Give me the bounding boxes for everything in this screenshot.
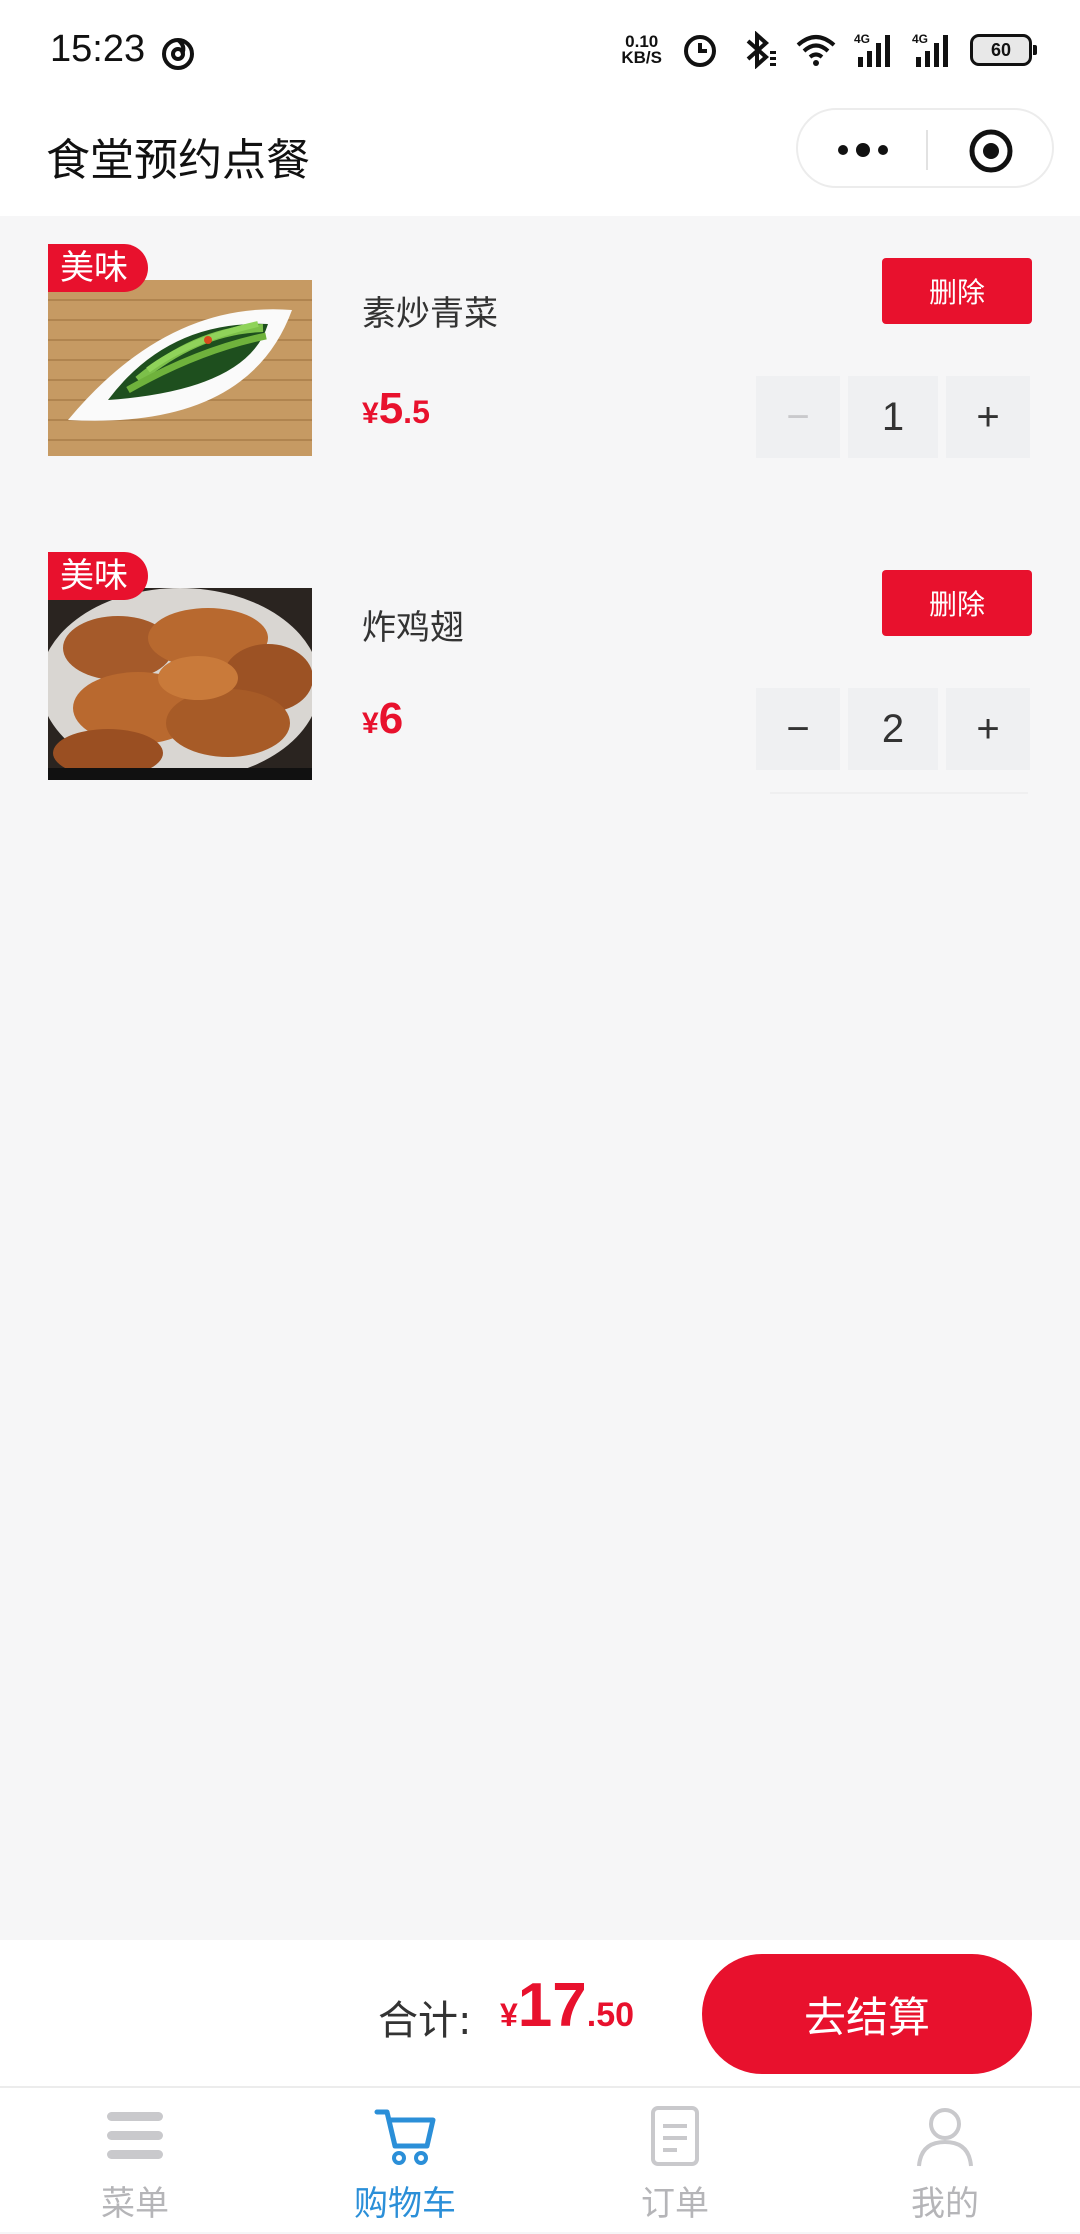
- total-symbol: ¥: [500, 1997, 518, 2033]
- total-label: 合计:: [378, 1998, 472, 2044]
- miniprogram-capsule: [796, 108, 1054, 188]
- cart-item: 美味 素炒青菜 ¥5.5 删除 − 1 +: [0, 216, 1080, 528]
- capsule-divider: [926, 130, 928, 170]
- tab-menu[interactable]: 菜单: [0, 2088, 270, 2234]
- decrease-button[interactable]: −: [756, 376, 840, 458]
- alarm-icon: [684, 35, 716, 67]
- status-time: 15:23: [50, 28, 146, 70]
- menu-icon: [107, 2112, 163, 2159]
- dish-name: 炸鸡翅: [362, 608, 464, 648]
- signal-4g-icon: 4G: [854, 32, 890, 67]
- dish-price: ¥5.5: [362, 384, 430, 434]
- quantity-value: 2: [848, 688, 938, 770]
- order-icon: [651, 2106, 699, 2166]
- battery-indicator: 60: [970, 34, 1037, 66]
- tab-label: 订单: [641, 2184, 709, 2224]
- tab-label: 菜单: [101, 2184, 169, 2224]
- quantity-stepper: − 2 +: [756, 688, 1030, 770]
- net-speed-unit: KB/S: [621, 48, 662, 67]
- tab-bar: 菜单 购物车 订单 我的: [0, 2086, 1080, 2232]
- swirl-icon: [162, 38, 194, 70]
- tag-badge: 美味: [48, 244, 148, 292]
- item-divider: [770, 792, 1028, 794]
- more-icon[interactable]: [834, 132, 892, 168]
- dish-image-greens: [48, 280, 312, 456]
- decrease-button[interactable]: −: [756, 688, 840, 770]
- target-icon[interactable]: [968, 128, 1014, 174]
- user-icon: [917, 2108, 973, 2167]
- wifi-icon: [796, 35, 836, 66]
- quantity-stepper: − 1 +: [756, 376, 1030, 458]
- total-integer: 17: [517, 1971, 587, 2040]
- status-icons: 0.10 KB/S 4G 4G 60: [621, 28, 1037, 72]
- greens-dish-picture: [48, 280, 312, 456]
- price-integer: 6: [378, 694, 404, 743]
- price-decimal: .5: [403, 394, 430, 430]
- signal-4g-icon: 4G: [912, 32, 948, 67]
- tab-label: 购物车: [354, 2184, 456, 2224]
- tab-orders[interactable]: 订单: [540, 2088, 810, 2234]
- status-bar: 15:23 0.10 KB/S 4G 4G 60: [0, 0, 1080, 100]
- svg-text:4G: 4G: [854, 32, 870, 46]
- price-integer: 5: [378, 384, 404, 433]
- bluetooth-icon: [746, 31, 776, 69]
- delete-button[interactable]: 删除: [882, 258, 1032, 324]
- tab-label: 我的: [911, 2184, 979, 2224]
- tag-badge: 美味: [48, 552, 148, 600]
- checkout-bar: 合计: ¥17.50 去结算: [0, 1940, 1080, 2086]
- increase-button[interactable]: +: [946, 688, 1030, 770]
- quantity-value: 1: [848, 376, 938, 458]
- tab-cart[interactable]: 购物车: [270, 2088, 540, 2234]
- dish-name: 素炒青菜: [362, 294, 498, 334]
- total-price: ¥17.50: [500, 1970, 634, 2041]
- wings-dish-picture: [48, 588, 312, 780]
- delete-button[interactable]: 删除: [882, 570, 1032, 636]
- increase-button[interactable]: +: [946, 376, 1030, 458]
- page-title: 食堂预约点餐: [46, 135, 310, 186]
- checkout-button[interactable]: 去结算: [702, 1954, 1032, 2074]
- cart-icon: [374, 2109, 436, 2165]
- total-decimal: .50: [586, 1996, 635, 2034]
- title-bar: 食堂预约点餐: [0, 100, 1080, 216]
- cart-item: 美味 炸鸡翅 ¥6 删除 − 2 +: [0, 528, 1080, 840]
- price-symbol: ¥: [362, 397, 379, 430]
- svg-text:4G: 4G: [912, 32, 928, 46]
- net-speed: 0.10 KB/S: [621, 33, 662, 67]
- tab-profile[interactable]: 我的: [810, 2088, 1080, 2234]
- dish-price: ¥6: [362, 694, 403, 744]
- price-symbol: ¥: [362, 707, 379, 740]
- dish-image-wings: [48, 588, 312, 780]
